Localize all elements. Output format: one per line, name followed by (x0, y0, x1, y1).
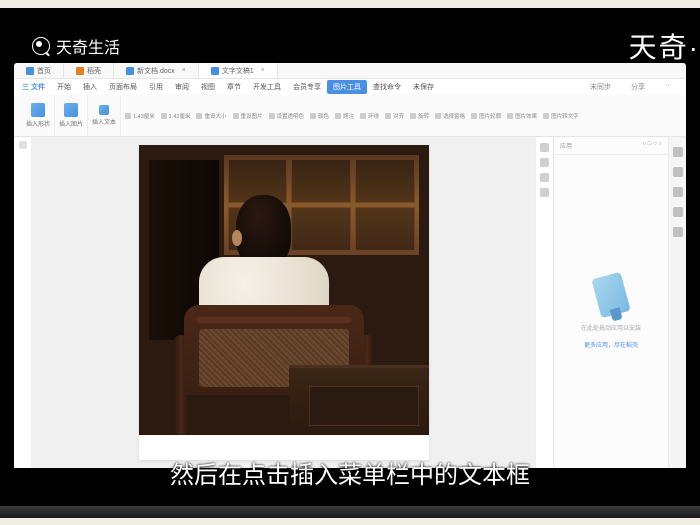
watermark-text: 天奇生活 (56, 34, 120, 58)
tool-reset-size[interactable]: 重设大小 (196, 112, 226, 120)
grid-icon[interactable] (540, 188, 549, 197)
shape-icon (31, 103, 45, 117)
menu-layout[interactable]: 页面布局 (103, 82, 143, 92)
desk-decor (289, 365, 429, 435)
doc-icon (211, 67, 219, 75)
tool-height[interactable]: 1.43厘米 (161, 112, 191, 120)
menu-dev[interactable]: 开发工具 (247, 82, 287, 92)
tool-ocr[interactable]: 图片转文字 (543, 112, 579, 120)
menu-insert[interactable]: 插入 (77, 82, 103, 92)
tool-caption[interactable]: 题注 (335, 112, 354, 120)
menu-vip[interactable]: 会员专享 (287, 82, 327, 92)
tab-doc1[interactable]: 新文档.docx× (114, 63, 199, 78)
monitor-bezel (0, 506, 700, 518)
highlighter-icon (591, 271, 630, 317)
menu-start[interactable]: 开始 (51, 82, 77, 92)
tool-rotate[interactable]: 旋转 (410, 112, 429, 120)
tab-more-icon[interactable] (673, 227, 683, 237)
close-icon[interactable]: × (261, 67, 265, 74)
sidebar-tabs (668, 137, 686, 468)
video-subtitle: 然后在点击插入菜单栏中的文本框 (0, 455, 700, 490)
toolbar-options: 1.43厘米 1.43厘米 重设大小 重设图片 设置透明色 颜色 题注 环绕 对… (121, 110, 678, 122)
tab-style-icon[interactable] (673, 147, 683, 157)
zoom-icon[interactable] (540, 158, 549, 167)
tool-wrap[interactable]: 环绕 (360, 112, 379, 120)
more-button[interactable]: ··· (659, 82, 678, 92)
menu-search[interactable]: 查找命令 (367, 82, 407, 92)
ribbon-toolbar: 插入形状 插入图片 插入文本 1.43厘米 1.43厘米 重设大小 重设图片 设… (14, 95, 686, 137)
tool-insert-image[interactable]: 插入图片 (55, 95, 88, 136)
tool-effect[interactable]: 图片效果 (507, 112, 537, 120)
watermark-right: 天奇· (629, 26, 700, 66)
canvas-tools (535, 137, 553, 468)
menu-picture-tools[interactable]: 图片工具 (327, 80, 367, 94)
menu-section[interactable]: 章节 (221, 82, 247, 92)
sidebar-more-link[interactable]: 更多应用，尽在稻壳 (584, 340, 638, 349)
tool-select-pane[interactable]: 选择窗格 (435, 112, 465, 120)
tool-insert-text[interactable]: 插入文本 (88, 95, 121, 136)
close-icon[interactable]: × (182, 67, 186, 74)
tool-reset-pic[interactable]: 重设图片 (233, 112, 263, 120)
sidebar-header: 应用 ○ □ ○ ○ (554, 137, 668, 155)
doc-icon (126, 67, 134, 75)
sidebar-controls[interactable]: ○ □ ○ ○ (643, 141, 663, 150)
right-sidebar: 应用 ○ □ ○ ○ 在此处拖动应用以安装 更多应用，尽在稻壳 (553, 137, 668, 468)
sidebar-body: 在此处拖动应用以安装 更多应用，尽在稻壳 (554, 155, 668, 468)
tool-align[interactable]: 对齐 (385, 112, 404, 120)
sidebar-empty-text: 在此处拖动应用以安装 (581, 323, 641, 332)
ruler-icon[interactable] (540, 173, 549, 182)
menu-bar: 三 文件 开始 插入 页面布局 引用 审阅 视图 章节 开发工具 会员专享 图片… (14, 79, 686, 95)
tab-anim-icon[interactable] (673, 167, 683, 177)
wps-window: 首页 稻壳 新文档.docx× 文字文稿1× 三 文件 开始 插入 页面布局 引… (14, 63, 686, 468)
document-page (139, 145, 429, 460)
tab-docer[interactable]: 稻壳 (64, 63, 114, 78)
sidebar-title: 应用 (560, 141, 572, 150)
image-icon (64, 103, 78, 117)
tool-color[interactable]: 颜色 (310, 112, 329, 120)
search-logo-icon (32, 37, 50, 55)
title-bar: 首页 稻壳 新文档.docx× 文字文稿1× (14, 63, 686, 79)
tab-doc2[interactable]: 文字文稿1× (199, 63, 278, 78)
page-area[interactable] (32, 137, 535, 468)
tab-prop-icon[interactable] (673, 187, 683, 197)
tool-outline[interactable]: 图片轮廓 (471, 112, 501, 120)
file-menu[interactable]: 三 文件 (14, 82, 51, 92)
tool-width[interactable]: 1.43厘米 (125, 112, 155, 120)
menu-view[interactable]: 视图 (195, 82, 221, 92)
tab-home[interactable]: 首页 (14, 63, 64, 78)
inserted-image[interactable] (139, 145, 429, 435)
video-frame: 天奇生活 天奇· 首页 稻壳 新文档.docx× 文字文稿1× 三 文件 开始 … (0, 8, 700, 518)
left-gutter (14, 137, 32, 468)
share-button[interactable]: 分享 (625, 82, 651, 92)
workspace: 应用 ○ □ ○ ○ 在此处拖动应用以安装 更多应用，尽在稻壳 (14, 137, 686, 468)
menu-right: 未同步 分享 ··· (584, 82, 686, 92)
menu-ref[interactable]: 引用 (143, 82, 169, 92)
menu-review[interactable]: 审阅 (169, 82, 195, 92)
tab-help-icon[interactable] (673, 207, 683, 217)
home-icon (26, 67, 34, 75)
menu-unsaved: 未保存 (407, 82, 440, 92)
tool-transparent[interactable]: 设置透明色 (269, 112, 305, 120)
sync-status[interactable]: 未同步 (584, 82, 617, 92)
nav-icon[interactable] (19, 141, 27, 149)
tool-insert-shape[interactable]: 插入形状 (22, 95, 55, 136)
zoom-fit-icon[interactable] (540, 143, 549, 152)
text-icon (99, 105, 109, 115)
docer-icon (76, 67, 84, 75)
watermark-left: 天奇生活 (32, 34, 120, 58)
